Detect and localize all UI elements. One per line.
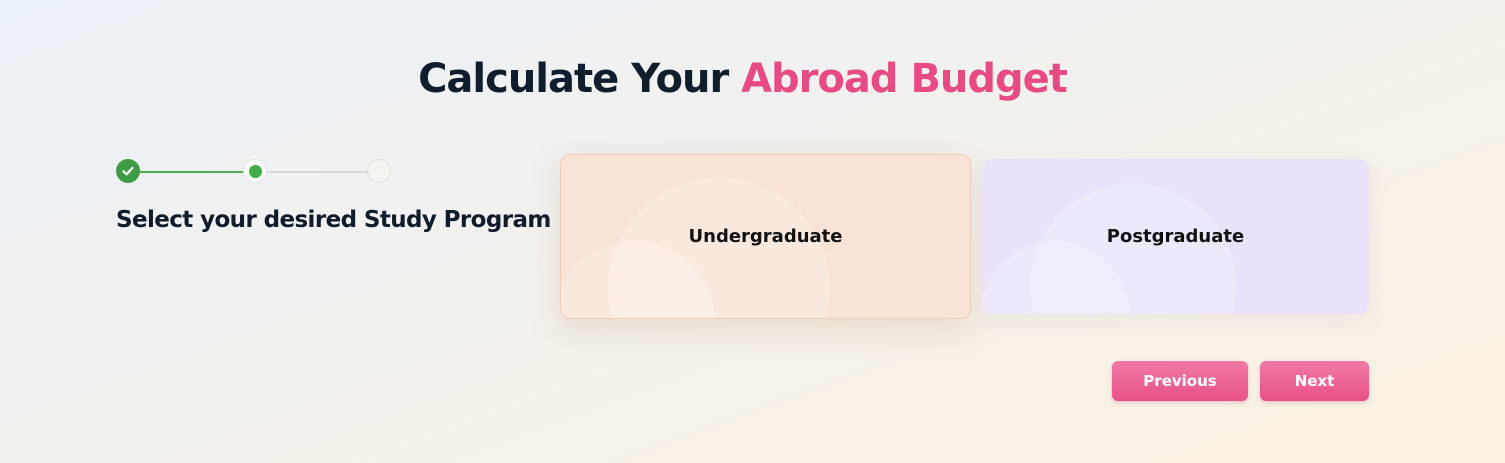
postgraduate-label: Postgraduate xyxy=(1106,226,1245,247)
undergraduate-label: Undergraduate xyxy=(688,226,843,247)
step-1-completed xyxy=(116,159,140,183)
stepper-line-pending xyxy=(266,171,378,173)
title-main: Calculate Your xyxy=(418,56,742,102)
current-step-indicator xyxy=(248,164,262,178)
undergraduate-option[interactable]: Undergraduate xyxy=(560,154,971,319)
postgraduate-option[interactable]: Postgraduate xyxy=(982,159,1369,314)
stepper-line-completed xyxy=(140,171,258,173)
previous-button[interactable]: Previous xyxy=(1112,361,1248,401)
progress-stepper xyxy=(116,159,394,185)
title-accent: Abroad Budget xyxy=(741,56,1068,102)
next-button[interactable]: Next xyxy=(1260,361,1369,401)
page-title: Calculate Your Abroad Budget xyxy=(0,56,1485,102)
step-3-pending xyxy=(367,159,391,183)
check-icon xyxy=(122,166,134,176)
step-2-current xyxy=(243,159,267,183)
step-label: Select your desired Study Program xyxy=(116,207,551,233)
